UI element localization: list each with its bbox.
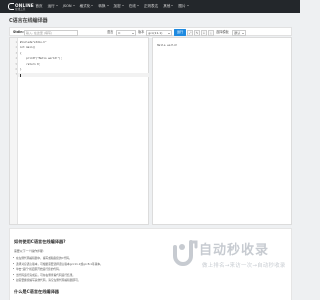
nav-item[interactable]: 正则表达 (141, 0, 160, 13)
line-number: 4 (15, 57, 17, 61)
article-step: 选择对应语言版本，可根据需要选择语言版本gcc11.1或gcc8.1等版本。 (13, 261, 103, 266)
fullscreen-icon[interactable]: ⤢ (187, 29, 193, 36)
chevron-down-icon (186, 5, 189, 7)
chevron-down-icon (106, 5, 109, 7)
chevron-down-icon (121, 5, 124, 7)
nav-item[interactable]: 首页 (33, 0, 45, 13)
nav-item[interactable]: 在线 (126, 0, 141, 13)
line-number: 2 (15, 46, 17, 50)
nav-item-label: 运行 (47, 4, 55, 8)
watermark: 自动秒收录 做上排名→来访一次→自动秒收录 (172, 238, 294, 276)
nav-item[interactable]: 图片 (176, 0, 191, 13)
chevron-down-icon (136, 5, 139, 7)
nav-item[interactable]: 转换 (96, 0, 111, 13)
site-logo[interactable]: ONLINE 在线工具 (8, 2, 34, 11)
code-editor[interactable]: 1 #include"stdio.h" 2 int main() 3{4 printf(… (9, 37, 149, 225)
nav-item-label: 正则表达 (143, 4, 159, 8)
top-navbar: ONLINE 在线工具 首页 运行 JSON 格式化 转换 加密 在线 正则表达 其他 图片 (0, 0, 300, 13)
output-text: Hello world! (157, 43, 178, 47)
article-step: 在左侧代码编辑器中，编写或粘贴您的C代码。 (13, 256, 72, 260)
code-line: return 0; (20, 62, 41, 66)
active-line (18, 73, 149, 77)
code-line: printf("Hello world!"); (20, 57, 63, 61)
nav-item-label: 转换 (98, 4, 106, 8)
run-button[interactable]: 运行 (174, 29, 186, 36)
edit-icon[interactable]: ✎ (194, 29, 200, 36)
language-select[interactable]: C (116, 29, 136, 36)
language-value: C (118, 30, 121, 35)
article-step: 当代码运行完成后，可在右侧查看代码运行结果。 (12, 272, 76, 277)
watermark-subtitle: 做上排名→来访一次→自动秒收录 (202, 263, 286, 269)
editor-toolbar: Stdin: 输入, 在这里 (填写) 语言 C 版本 gcc(11.1) 运行… (9, 27, 292, 36)
chevron-down-icon (242, 32, 244, 34)
logo-c-icon (8, 3, 14, 10)
article-step: 单击"运行"按钮即开始运行您的代码。 (12, 267, 62, 272)
article-intro: 需要以下一个操作步骤: (14, 249, 44, 253)
download-icon[interactable]: ↓ (201, 29, 207, 36)
nav-item-label: 加密 (113, 4, 121, 8)
nav-item[interactable]: 加密 (111, 0, 126, 13)
export-icon[interactable]: ⤓ (208, 29, 214, 36)
nav-item-label: 在线 (128, 4, 136, 8)
text-cursor (20, 73, 21, 77)
nav-item[interactable]: JSON (60, 0, 77, 13)
code-line: #include"stdio.h" (20, 41, 47, 44)
version-select[interactable]: gcc(11.1) (146, 29, 172, 36)
theme-select[interactable]: 默认 (232, 29, 246, 36)
chevron-down-icon (168, 32, 170, 34)
article-heading-how: 如何使用C语言在线编译器? (14, 239, 66, 244)
nav-item[interactable]: 格式化 (77, 0, 96, 13)
nav-menu: 首页 运行 JSON 格式化 转换 加密 在线 正则表达 其他 图片 (33, 0, 191, 13)
code-line: { (20, 51, 22, 55)
theme-label: 选择模板 (216, 30, 229, 34)
nav-item-label: 图片 (178, 4, 186, 8)
code-line: int main() (20, 46, 36, 50)
chevron-down-icon (171, 5, 174, 7)
line-number: 1 (15, 41, 17, 44)
nav-item-label: JSON (62, 4, 72, 8)
stdin-input[interactable]: 输入, 在这里 (填写) (24, 29, 78, 36)
line-number: 5 (15, 62, 17, 66)
line-number: 3 (15, 51, 17, 55)
nav-item[interactable]: 运行 (45, 0, 60, 13)
code-line: } (20, 68, 22, 71)
theme-value: 默认 (234, 30, 241, 35)
line-number: 6 (15, 68, 17, 71)
nav-item[interactable]: 其他 (161, 0, 176, 13)
language-label: 语言 (107, 30, 114, 34)
line-gutter (10, 38, 18, 224)
output-panel: Hello world! (152, 37, 292, 225)
nav-item-label: 格式化 (79, 4, 91, 8)
watermark-title: 自动秒收录 (199, 243, 270, 258)
article-heading-what: 什么是C语言在线编译器 (14, 289, 59, 294)
stdin-label: Stdin: (13, 30, 24, 34)
article-step: 如需要继续编写其他代码，清空左侧代码编辑器即可。 (13, 278, 81, 283)
version-label: 版本 (138, 30, 145, 34)
chevron-down-icon (132, 32, 134, 34)
chevron-down-icon (72, 5, 75, 7)
page-title: C语言在线编译器 (9, 18, 48, 24)
logo-subtitle: 在线工具 (15, 8, 26, 11)
nav-item-label: 首页 (35, 4, 43, 8)
watermark-logo-icon (173, 240, 198, 266)
chevron-down-icon (55, 5, 58, 7)
line-number: 7 (15, 73, 17, 77)
chevron-down-icon (91, 5, 94, 7)
version-value: gcc(11.1) (148, 30, 163, 35)
nav-item-label: 其他 (163, 4, 171, 8)
